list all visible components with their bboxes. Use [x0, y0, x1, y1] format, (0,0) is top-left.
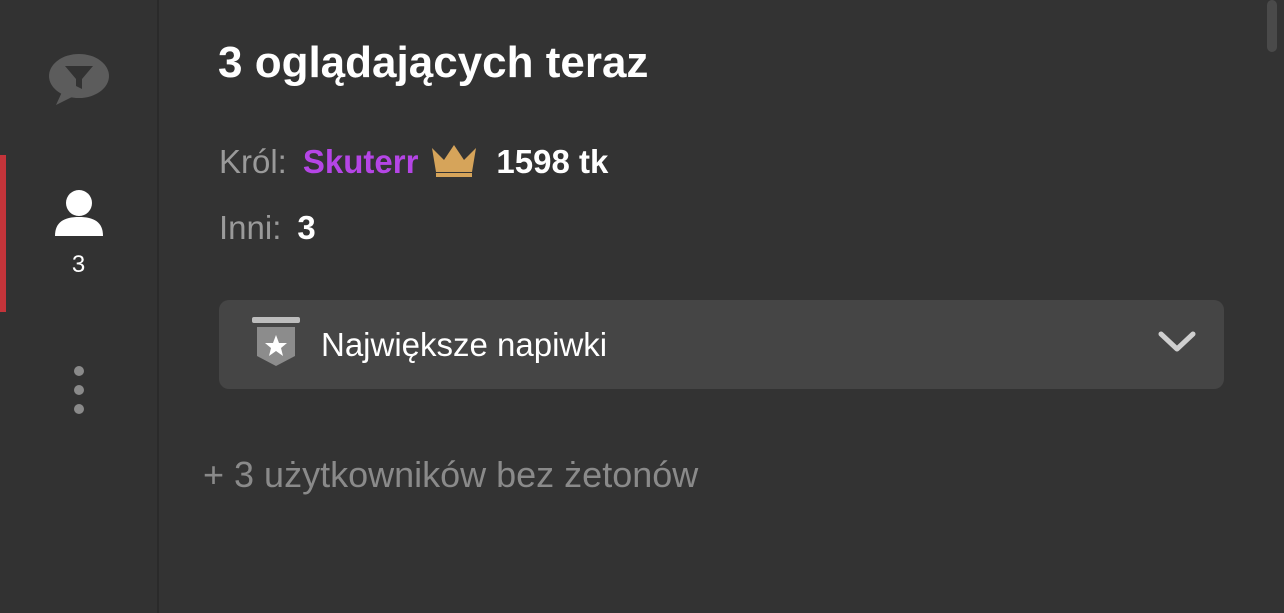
king-tokens: 1598 tk	[496, 143, 609, 180]
chat-filter-button[interactable]	[0, 52, 157, 111]
chevron-down-icon	[1158, 330, 1196, 359]
others-label: Inni:	[219, 209, 282, 246]
page-title: 3 oglądających teraz	[218, 38, 649, 87]
king-row: Król: Skuterr 1598 tk	[219, 140, 608, 184]
dropdown-label: Największe napiwki	[321, 325, 608, 363]
speech-bubble-filter-icon	[48, 52, 110, 111]
top-tippers-dropdown[interactable]: Największe napiwki	[219, 300, 1224, 389]
crown-icon	[430, 142, 478, 183]
others-row: Inni: 3	[219, 206, 316, 250]
sidebar: 3	[0, 0, 159, 613]
others-count: 3	[297, 209, 316, 246]
users-tab-button[interactable]: 3	[0, 155, 157, 312]
users-without-tokens: + 3 użytkowników bez żetonów	[203, 454, 699, 495]
scrollbar[interactable]	[1267, 0, 1277, 52]
vertical-ellipsis-icon	[73, 365, 85, 420]
users-count: 3	[71, 251, 86, 278]
viewers-panel: 3 oglądających teraz Król: Skuterr 1598 …	[159, 0, 1284, 613]
king-username[interactable]: Skuterr	[303, 143, 419, 181]
user-icon	[54, 188, 104, 241]
star-shield-icon	[251, 316, 301, 373]
king-label: Król:	[219, 143, 287, 180]
more-options-button[interactable]	[0, 365, 157, 420]
